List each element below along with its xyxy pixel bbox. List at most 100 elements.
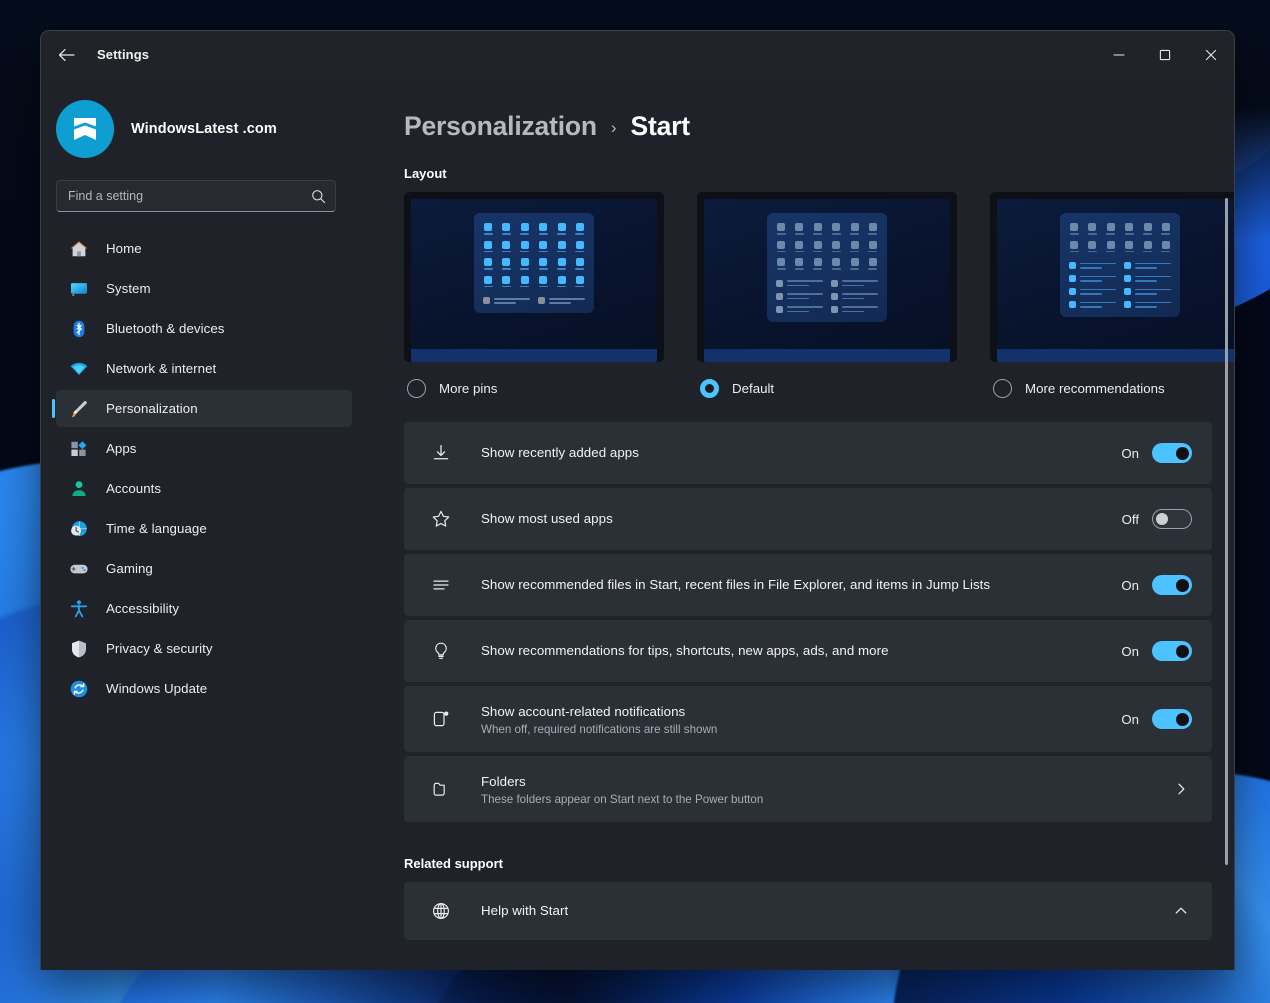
content-pane: Personalization › Start Layout More pins…: [366, 78, 1234, 970]
sidebar-item-network[interactable]: Network & internet: [56, 350, 352, 387]
avatar: [56, 100, 114, 158]
sidebar-item-label: Network & internet: [106, 361, 217, 376]
sidebar-item-system[interactable]: System: [56, 270, 352, 307]
setting-row-most-used-apps[interactable]: Show most used apps Off: [404, 488, 1212, 550]
layout-label: More recommendations: [1025, 381, 1165, 396]
sidebar-item-apps[interactable]: Apps: [56, 430, 352, 467]
layout-section-heading: Layout: [404, 166, 447, 181]
toggle-state-label: On: [1121, 643, 1139, 659]
breadcrumb-parent-link[interactable]: Personalization: [404, 111, 597, 142]
sidebar-item-windows-update[interactable]: Windows Update: [56, 670, 352, 707]
gamepad-icon: [68, 558, 90, 580]
toggle-account-notifications[interactable]: [1152, 709, 1192, 729]
chevron-up-icon[interactable]: [1174, 904, 1192, 918]
close-button[interactable]: [1188, 31, 1234, 78]
toggle-state-label: On: [1121, 711, 1139, 727]
sidebar-item-privacy-security[interactable]: Privacy & security: [56, 630, 352, 667]
layout-option-default[interactable]: Default: [697, 192, 957, 398]
setting-row-account-notifications[interactable]: Show account-related notifications When …: [404, 686, 1212, 752]
radio-more-recommendations[interactable]: [993, 379, 1012, 398]
sidebar-nav: Home System Bluetooth & devices Network …: [41, 230, 366, 707]
accessibility-icon: [68, 598, 90, 620]
radio-default[interactable]: [700, 379, 719, 398]
radio-more-pins[interactable]: [407, 379, 426, 398]
search-input[interactable]: [68, 189, 311, 203]
sidebar-item-bluetooth[interactable]: Bluetooth & devices: [56, 310, 352, 347]
back-button[interactable]: [49, 38, 83, 72]
layout-preview-more-recommendations[interactable]: [990, 192, 1234, 362]
account-block[interactable]: WindowsLatest .com: [41, 78, 366, 162]
sidebar-item-label: Home: [106, 241, 142, 256]
sidebar-item-accessibility[interactable]: Accessibility: [56, 590, 352, 627]
setting-title: Show recommended files in Start, recent …: [481, 577, 991, 592]
layout-preview-more-pins[interactable]: [404, 192, 664, 362]
sidebar-item-personalization[interactable]: Personalization: [52, 390, 352, 427]
toggle-state-label: Off: [1121, 511, 1139, 527]
sidebar-item-label: Privacy & security: [106, 641, 213, 656]
radio-row-default[interactable]: Default: [697, 379, 957, 398]
maximize-button[interactable]: [1142, 31, 1188, 78]
sidebar-item-label: System: [106, 281, 151, 296]
setting-row-help-with-start[interactable]: Help with Start: [404, 882, 1212, 940]
star-icon: [429, 507, 453, 531]
search-box[interactable]: [56, 180, 336, 212]
window-controls: [1096, 31, 1234, 78]
toggle-state-label: On: [1121, 445, 1139, 461]
sidebar-item-label: Gaming: [106, 561, 153, 576]
title-bar: Settings: [41, 31, 1234, 78]
sidebar-item-home[interactable]: Home: [56, 230, 352, 267]
account-name: WindowsLatest .com: [131, 121, 277, 137]
sidebar-item-label: Bluetooth & devices: [106, 321, 225, 336]
window-title: Settings: [97, 47, 150, 62]
update-refresh-icon: [68, 678, 90, 700]
sidebar-item-label: Accounts: [106, 481, 162, 496]
person-icon: [68, 478, 90, 500]
page-title: Start: [630, 111, 691, 141]
setting-row-folders[interactable]: Folders These folders appear on Start ne…: [404, 756, 1212, 822]
chevron-right-icon[interactable]: [1174, 782, 1192, 796]
sidebar-item-label: Time & language: [106, 521, 207, 536]
layout-option-more-pins[interactable]: More pins: [404, 192, 664, 398]
sidebar-item-label: Apps: [106, 441, 137, 456]
layout-preview-default[interactable]: [697, 192, 957, 362]
sidebar-item-time-language[interactable]: Time & language: [56, 510, 352, 547]
notification-badge-icon: [429, 707, 453, 731]
minimize-icon: [1113, 53, 1125, 56]
layout-option-more-recommendations[interactable]: More recommendations: [990, 192, 1234, 398]
download-icon: [429, 441, 453, 465]
folder-icon: [429, 777, 453, 801]
setting-title: Show recommendations for tips, shortcuts…: [481, 643, 889, 658]
setting-title: Show account-related notifications: [481, 703, 686, 719]
content-scrollbar[interactable]: [1225, 198, 1228, 865]
radio-row-more-pins[interactable]: More pins: [404, 379, 664, 398]
sidebar: WindowsLatest .com Find a setting Home S…: [41, 78, 366, 970]
settings-window: Settings WindowsLatest .com Find a setti…: [40, 30, 1235, 970]
layout-label: More pins: [439, 381, 498, 396]
related-support-heading: Related support: [404, 856, 503, 871]
setting-subtitle: When off, required notifications are sti…: [481, 722, 718, 736]
toggle-recommendations-tips[interactable]: [1152, 641, 1192, 661]
minimize-button[interactable]: [1096, 31, 1142, 78]
paintbrush-icon: [68, 398, 90, 420]
sidebar-item-gaming[interactable]: Gaming: [56, 550, 352, 587]
setting-title: Show most used apps: [481, 511, 613, 526]
sidebar-item-label: Personalization: [106, 401, 198, 416]
layout-options: More pins Default More recommendations: [404, 192, 1234, 398]
apps-icon: [68, 438, 90, 460]
setting-row-recently-added-apps[interactable]: Show recently added apps On: [404, 422, 1212, 484]
window-body: WindowsLatest .com Find a setting Home S…: [41, 78, 1234, 970]
wifi-icon: [68, 358, 90, 380]
sidebar-item-accounts[interactable]: Accounts: [56, 470, 352, 507]
monitor-icon: [68, 278, 90, 300]
toggle-recommended-files[interactable]: [1152, 575, 1192, 595]
list-lines-icon: [429, 573, 453, 597]
setting-row-recommendations-tips[interactable]: Show recommendations for tips, shortcuts…: [404, 620, 1212, 682]
maximize-icon: [1159, 49, 1171, 60]
radio-row-more-recommendations[interactable]: More recommendations: [990, 379, 1234, 398]
lightbulb-icon: [429, 639, 453, 663]
search-icon: [311, 189, 326, 204]
chevron-right-icon: ›: [610, 118, 617, 137]
toggle-recently-added-apps[interactable]: [1152, 443, 1192, 463]
toggle-most-used-apps[interactable]: [1152, 509, 1192, 529]
setting-row-recommended-files[interactable]: Show recommended files in Start, recent …: [404, 554, 1212, 616]
